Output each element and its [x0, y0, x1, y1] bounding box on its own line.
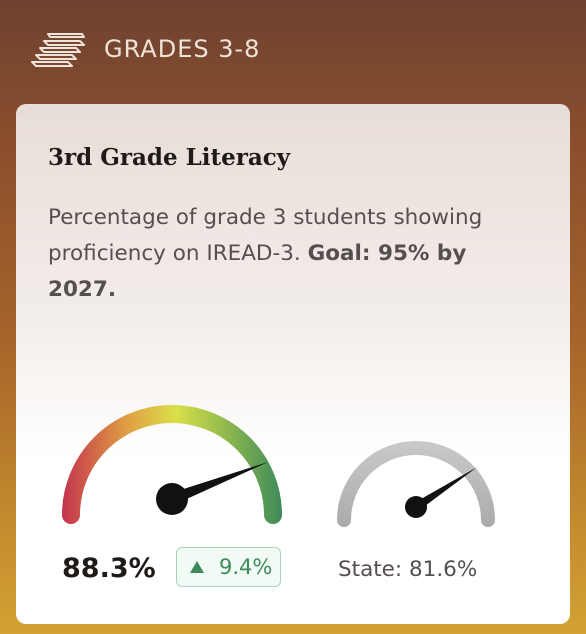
- state-gauge: [337, 441, 495, 527]
- gauge-hub: [156, 483, 188, 515]
- card-title: 3rd Grade Literacy: [48, 144, 291, 171]
- change-badge: 9.4%: [176, 547, 282, 587]
- state-gauge-hub: [405, 496, 427, 518]
- district-value: 88.3%: [62, 553, 156, 584]
- header-title: GRADES 3-8: [104, 35, 261, 63]
- district-gauge: [62, 405, 282, 524]
- change-value: 9.4%: [219, 555, 273, 579]
- section-header: GRADES 3-8: [28, 24, 260, 74]
- literacy-card: 3rd Grade Literacy Percentage of grade 3…: [16, 104, 570, 624]
- triangle-up-icon: [190, 561, 204, 573]
- stairs-icon: [31, 33, 85, 67]
- card-description: Percentage of grade 3 students showing p…: [48, 200, 538, 308]
- state-value: State: 81.6%: [338, 557, 478, 582]
